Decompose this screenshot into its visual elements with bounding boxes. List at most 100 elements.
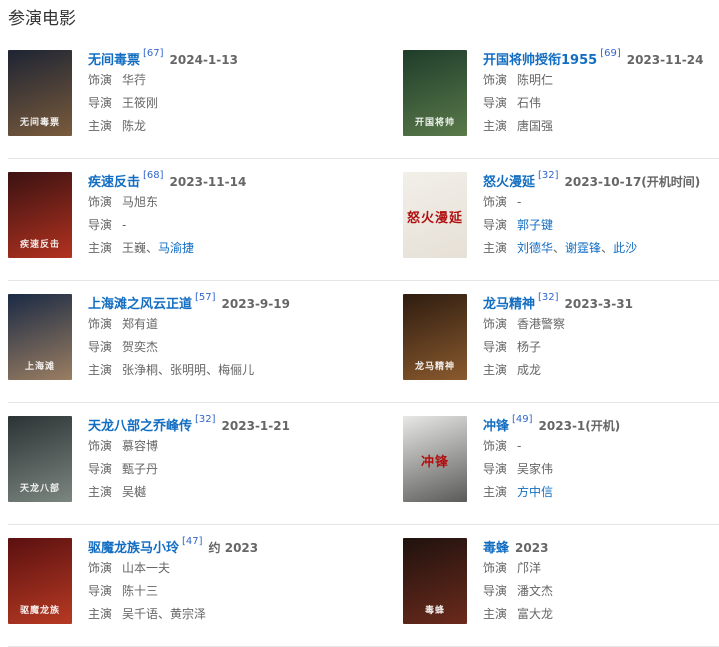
poster-title-text: 驱魔龙族 (19, 606, 60, 616)
movie-title-link[interactable]: 无间毒票 (88, 53, 140, 68)
movie-title-link[interactable]: 上海滩之风云正道 (88, 297, 192, 312)
movie-info: 冲锋 [49] 2023-1(开机) 饰演 - 导演 吴家伟 主演 方中信 (483, 414, 719, 504)
star-line: 主演 唐国强 (483, 115, 719, 138)
role-line: 饰演 山本一夫 (88, 557, 348, 580)
director-line: 导演 - (88, 214, 348, 237)
release-date: 2023-10-17(开机时间) (564, 175, 701, 189)
movie-poster[interactable]: 疾速反击 (8, 172, 72, 258)
movie-info: 开国将帅授衔1955 [69] 2023-11-24 饰演 陈明仁 导演 石伟 主演 唐国强 (483, 48, 719, 138)
star-name[interactable]: 刘德华 (517, 241, 553, 255)
movie-title-link[interactable]: 怒火漫延 (483, 175, 535, 190)
star-label: 主演 (483, 485, 508, 499)
movie-poster[interactable]: 怒火漫延 (403, 172, 467, 258)
star-name: 唐国强 (517, 119, 554, 133)
director-label: 导演 (483, 584, 508, 598)
movie-card: 龙马精神 龙马精神 [32] 2023-3-31 饰演 香港警察 导演 杨子 主演 成龙 (403, 292, 719, 383)
star-label: 主演 (483, 119, 508, 133)
star-name: 张浄桐 (122, 363, 159, 377)
movie-poster[interactable]: 无间毒票 (8, 50, 72, 136)
movie-title-line: 开国将帅授衔1955 [69] 2023-11-24 (483, 48, 719, 69)
star-name[interactable]: 马渝捷 (158, 241, 194, 255)
movie-title-link[interactable]: 开国将帅授衔1955 (483, 53, 597, 68)
movie-row: 天龙八部 天龙八部之乔峰传 [32] 2023-1-21 饰演 慕容博 导演 甄子丹 主演 吴樾冲… (8, 403, 719, 525)
score-ref-link[interactable]: [69] (600, 48, 621, 59)
movie-title-link[interactable]: 天龙八部之乔峰传 (88, 419, 192, 434)
movie-poster[interactable]: 开国将帅 (403, 50, 467, 136)
role-label: 饰演 (88, 195, 113, 209)
poster-title-text: 无间毒票 (19, 118, 60, 128)
star-name[interactable]: 方中信 (517, 485, 553, 499)
role-value: 陈明仁 (517, 73, 554, 87)
release-date: 2023-11-14 (169, 175, 247, 189)
director-line: 导演 石伟 (483, 92, 719, 115)
section-title: 参演电影 (8, 9, 76, 29)
star-line: 主演 方中信 (483, 481, 719, 504)
movie-card: 无间毒票 无间毒票 [67] 2024-1-13 饰演 华荇 导演 王筱刚 主演 陈龙 (8, 48, 328, 139)
star-line: 主演 富大龙 (483, 603, 719, 626)
star-separator: 、 (146, 241, 159, 255)
director-line: 导演 王筱刚 (88, 92, 348, 115)
movie-title-link[interactable]: 疾速反击 (88, 175, 140, 190)
director-value[interactable]: 郭子键 (517, 218, 553, 232)
movie-poster[interactable]: 毒蜂 (403, 538, 467, 624)
score-ref-link[interactable]: [67] (143, 48, 164, 59)
release-date: 2023-11-24 (626, 53, 704, 67)
star-name[interactable]: 此沙 (613, 241, 637, 255)
role-label: 饰演 (483, 439, 508, 453)
score-ref-link[interactable]: [32] (538, 292, 559, 303)
score-ref-link[interactable]: [68] (143, 170, 164, 181)
movie-poster[interactable]: 驱魔龙族 (8, 538, 72, 624)
role-line: 饰演 华荇 (88, 69, 348, 92)
release-date: 2023-3-31 (564, 297, 633, 311)
movie-title-link[interactable]: 龙马精神 (483, 297, 535, 312)
star-label: 主演 (88, 607, 113, 621)
movie-title-link[interactable]: 驱魔龙族马小玲 (88, 541, 179, 556)
star-label: 主演 (88, 363, 113, 377)
movie-poster[interactable]: 冲锋 (403, 416, 467, 502)
role-label: 饰演 (88, 439, 113, 453)
score-ref-link[interactable]: [47] (182, 536, 203, 547)
movie-info: 上海滩之风云正道 [57] 2023-9-19 饰演 郑有道 导演 贺奕杰 主演 张浄桐、张明明… (88, 292, 348, 382)
role-value: 山本一夫 (122, 561, 171, 575)
director-line: 导演 吴家伟 (483, 458, 719, 481)
movie-title-link[interactable]: 毒蜂 (483, 541, 509, 556)
star-name: 王巍 (122, 241, 147, 255)
movie-info: 龙马精神 [32] 2023-3-31 饰演 香港警察 导演 杨子 主演 成龙 (483, 292, 719, 382)
role-line: 饰演 马旭东 (88, 191, 348, 214)
score-ref-link[interactable]: [32] (538, 170, 559, 181)
role-line: 饰演 - (483, 435, 719, 458)
star-separator: 、 (553, 241, 566, 255)
movie-title-link[interactable]: 冲锋 (483, 419, 509, 434)
director-value: 甄子丹 (122, 462, 159, 476)
star-name: 富大龙 (517, 607, 554, 621)
movie-row: 疾速反击 疾速反击 [68] 2023-11-14 饰演 马旭东 导演 - 主演 王巍、马渝捷 怒火… (8, 159, 719, 281)
score-ref-link[interactable]: [57] (195, 292, 216, 303)
release-date: 2023 (515, 541, 549, 555)
star-label: 主演 (88, 485, 113, 499)
role-label: 饰演 (483, 195, 508, 209)
score-ref-link[interactable]: [32] (195, 414, 216, 425)
director-label: 导演 (88, 218, 113, 232)
star-label: 主演 (88, 241, 113, 255)
director-value: 石伟 (517, 96, 542, 110)
star-label: 主演 (483, 363, 508, 377)
movie-poster[interactable]: 龙马精神 (403, 294, 467, 380)
poster-title-text: 冲锋 (420, 455, 449, 470)
score-ref-link[interactable]: [49] (512, 414, 533, 425)
poster-title-text: 上海滩 (24, 362, 55, 372)
movie-title-line: 天龙八部之乔峰传 [32] 2023-1-21 (88, 414, 348, 435)
release-date: 2023-9-19 (221, 297, 290, 311)
star-name[interactable]: 谢霆锋 (565, 241, 601, 255)
movie-poster[interactable]: 上海滩 (8, 294, 72, 380)
star-label: 主演 (88, 119, 113, 133)
star-name: 陈龙 (122, 119, 147, 133)
star-line: 主演 张浄桐、张明明、梅俪儿 (88, 359, 348, 382)
movie-title-line: 毒蜂 2023 (483, 537, 719, 557)
director-value: 潘文杰 (517, 584, 554, 598)
release-date: 2023-1-21 (221, 419, 290, 433)
movie-poster[interactable]: 天龙八部 (8, 416, 72, 502)
movie-title-line: 疾速反击 [68] 2023-11-14 (88, 170, 348, 191)
movie-card: 开国将帅 开国将帅授衔1955 [69] 2023-11-24 饰演 陈明仁 导演 石伟 主演唐… (403, 48, 719, 139)
role-value: 华荇 (122, 73, 147, 87)
director-label: 导演 (483, 340, 508, 354)
